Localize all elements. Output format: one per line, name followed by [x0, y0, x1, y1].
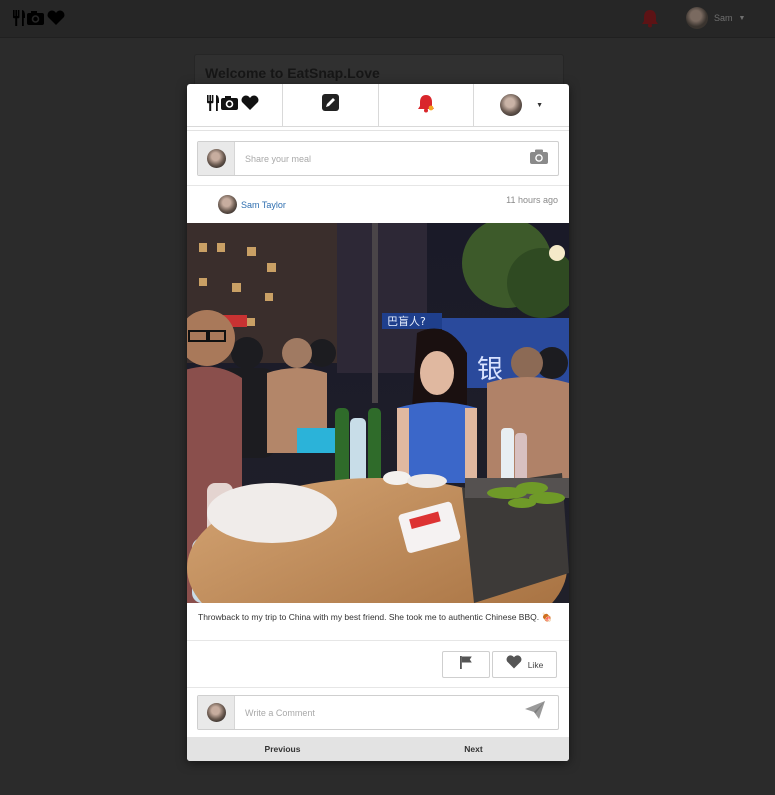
post-modal: ▼ Sam Taylor 11 hours ago	[187, 84, 569, 761]
background-welcome-title: Welcome to EatSnap.Love	[205, 65, 380, 81]
paper-plane-icon	[525, 701, 545, 724]
divider	[187, 130, 569, 131]
post-author-link[interactable]: Sam Taylor	[241, 200, 286, 210]
avatar	[500, 94, 523, 116]
caret-down-icon: ▼	[536, 101, 544, 109]
background-user-menu: Sam ▼	[686, 7, 745, 29]
author-avatar[interactable]	[218, 195, 237, 214]
background-bell-icon	[641, 8, 659, 33]
pager: Previous Next	[187, 737, 569, 761]
nav-compose[interactable]	[283, 84, 379, 126]
previous-button[interactable]: Previous	[187, 737, 378, 761]
post-photo: 巴盲人? 银	[187, 223, 569, 603]
post-header: Sam Taylor	[218, 195, 286, 214]
nav-user-menu[interactable]: ▼	[474, 84, 569, 126]
background-topbar: Sam ▼	[0, 0, 775, 38]
share-meal-input[interactable]	[235, 143, 520, 174]
avatar	[206, 149, 226, 168]
bbq-photo-image: 巴盲人? 银	[187, 223, 569, 603]
nav-home[interactable]	[187, 84, 283, 126]
svg-text:巴盲人?: 巴盲人?	[387, 314, 426, 328]
share-meal-bar	[197, 141, 559, 176]
bell-icon	[417, 93, 435, 118]
share-avatar-box	[198, 142, 235, 175]
divider	[187, 640, 569, 641]
divider	[187, 687, 569, 688]
camera-icon	[530, 149, 548, 169]
flag-button[interactable]	[442, 651, 490, 678]
post-timestamp: 11 hours ago	[506, 195, 558, 205]
avatar	[206, 703, 226, 722]
divider	[187, 185, 569, 186]
next-button[interactable]: Next	[378, 737, 569, 761]
logo-icon	[206, 93, 262, 118]
like-button[interactable]: Like	[492, 651, 557, 678]
like-label: Like	[527, 659, 544, 670]
comment-avatar-box	[198, 696, 235, 729]
send-comment-button[interactable]	[512, 697, 558, 728]
comment-bar	[197, 695, 559, 730]
modal-navbar: ▼	[187, 84, 569, 127]
post-caption: Throwback to my trip to China with my be…	[198, 612, 553, 622]
comment-input[interactable]	[235, 697, 512, 728]
flag-icon	[459, 655, 473, 674]
camera-button[interactable]	[520, 143, 558, 174]
background-avatar	[686, 7, 708, 29]
heart-icon	[506, 655, 522, 674]
background-username: Sam	[714, 13, 733, 23]
background-caret-icon: ▼	[738, 14, 746, 22]
background-logo-icon	[12, 8, 68, 33]
nav-notifications[interactable]	[379, 84, 475, 126]
pencil-icon	[321, 94, 339, 116]
